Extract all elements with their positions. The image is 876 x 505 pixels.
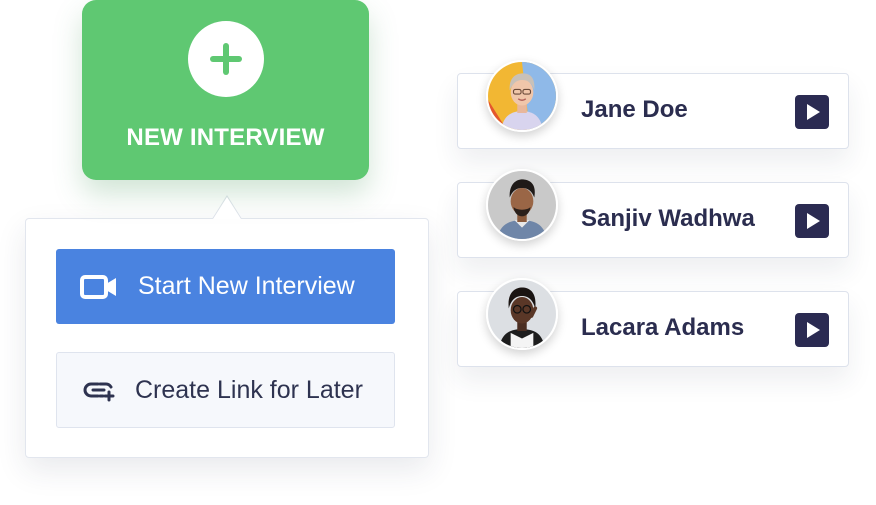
avatar <box>486 169 558 241</box>
panel-pointer-fill <box>213 197 241 219</box>
interview-widget: NEW INTERVIEW Start New Interview Create… <box>0 0 876 505</box>
candidate-name: Sanjiv Wadhwa <box>581 205 755 232</box>
new-interview-label: NEW INTERVIEW <box>126 124 325 151</box>
play-icon[interactable] <box>795 204 829 238</box>
avatar <box>486 278 558 350</box>
candidate-name: Jane Doe <box>581 96 688 123</box>
candidate-card[interactable]: Jane Doe <box>457 60 849 149</box>
plus-icon <box>187 21 264 97</box>
candidate-card[interactable]: Lacara Adams <box>457 278 849 367</box>
new-interview-button[interactable]: NEW INTERVIEW <box>82 0 369 180</box>
avatar <box>486 60 558 132</box>
play-icon[interactable] <box>795 313 829 347</box>
start-new-interview-button[interactable]: Start New Interview <box>56 249 395 324</box>
candidate-name: Lacara Adams <box>581 314 745 341</box>
link-add-icon <box>83 382 115 402</box>
video-camera-icon <box>80 274 116 299</box>
create-link-label: Create Link for Later <box>135 375 363 404</box>
play-icon[interactable] <box>795 95 829 129</box>
candidate-card[interactable]: Sanjiv Wadhwa <box>457 169 849 258</box>
create-link-button[interactable]: Create Link for Later <box>56 352 395 428</box>
start-new-interview-label: Start New Interview <box>138 272 355 300</box>
